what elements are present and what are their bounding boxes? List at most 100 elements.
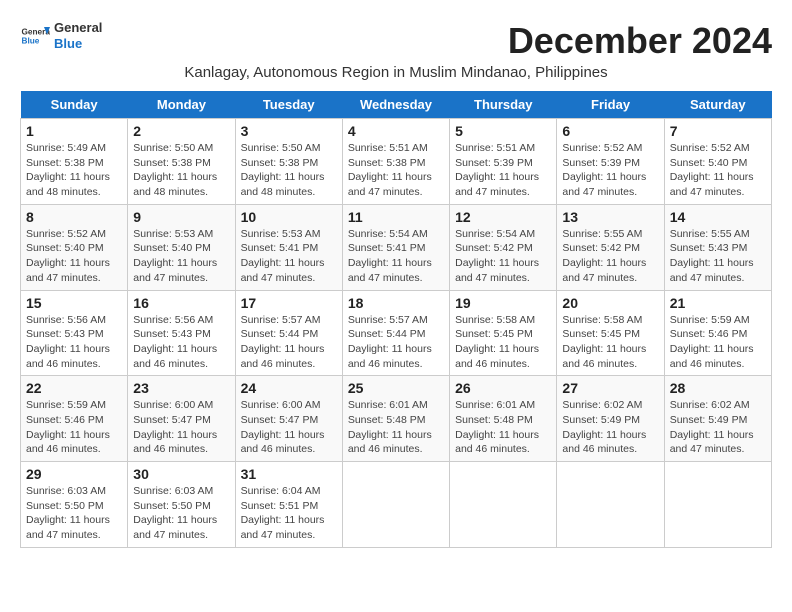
day-info: Sunrise: 5:53 AM Sunset: 5:41 PM Dayligh… (241, 227, 337, 286)
day-info: Sunrise: 5:52 AM Sunset: 5:40 PM Dayligh… (670, 141, 766, 200)
calendar-cell: 17 Sunrise: 5:57 AM Sunset: 5:44 PM Dayl… (235, 290, 342, 376)
day-info: Sunrise: 5:51 AM Sunset: 5:39 PM Dayligh… (455, 141, 551, 200)
day-info: Sunrise: 6:03 AM Sunset: 5:50 PM Dayligh… (133, 484, 229, 543)
day-info: Sunrise: 5:56 AM Sunset: 5:43 PM Dayligh… (26, 313, 122, 372)
calendar-cell: 23 Sunrise: 6:00 AM Sunset: 5:47 PM Dayl… (128, 376, 235, 462)
calendar-cell: 19 Sunrise: 5:58 AM Sunset: 5:45 PM Dayl… (450, 290, 557, 376)
calendar-cell (557, 462, 664, 548)
day-info: Sunrise: 6:01 AM Sunset: 5:48 PM Dayligh… (348, 398, 444, 457)
calendar-cell: 12 Sunrise: 5:54 AM Sunset: 5:42 PM Dayl… (450, 204, 557, 290)
day-number: 29 (26, 466, 122, 482)
svg-text:Blue: Blue (22, 36, 40, 45)
calendar-cell: 26 Sunrise: 6:01 AM Sunset: 5:48 PM Dayl… (450, 376, 557, 462)
month-year-title: December 2024 (508, 20, 772, 62)
calendar-cell: 31 Sunrise: 6:04 AM Sunset: 5:51 PM Dayl… (235, 462, 342, 548)
day-number: 20 (562, 295, 658, 311)
calendar-cell: 11 Sunrise: 5:54 AM Sunset: 5:41 PM Dayl… (342, 204, 449, 290)
day-info: Sunrise: 6:03 AM Sunset: 5:50 PM Dayligh… (26, 484, 122, 543)
calendar-cell: 1 Sunrise: 5:49 AM Sunset: 5:38 PM Dayli… (21, 119, 128, 205)
day-number: 26 (455, 380, 551, 396)
calendar-cell (450, 462, 557, 548)
day-info: Sunrise: 5:59 AM Sunset: 5:46 PM Dayligh… (670, 313, 766, 372)
calendar-cell: 16 Sunrise: 5:56 AM Sunset: 5:43 PM Dayl… (128, 290, 235, 376)
calendar-cell: 8 Sunrise: 5:52 AM Sunset: 5:40 PM Dayli… (21, 204, 128, 290)
day-info: Sunrise: 6:00 AM Sunset: 5:47 PM Dayligh… (133, 398, 229, 457)
day-number: 22 (26, 380, 122, 396)
logo-general: General (54, 20, 102, 36)
day-number: 21 (670, 295, 766, 311)
calendar-cell: 13 Sunrise: 5:55 AM Sunset: 5:42 PM Dayl… (557, 204, 664, 290)
day-info: Sunrise: 5:54 AM Sunset: 5:42 PM Dayligh… (455, 227, 551, 286)
day-info: Sunrise: 5:52 AM Sunset: 5:40 PM Dayligh… (26, 227, 122, 286)
day-info: Sunrise: 5:51 AM Sunset: 5:38 PM Dayligh… (348, 141, 444, 200)
day-number: 25 (348, 380, 444, 396)
weekday-header-sunday: Sunday (21, 91, 128, 119)
calendar-cell: 6 Sunrise: 5:52 AM Sunset: 5:39 PM Dayli… (557, 119, 664, 205)
day-number: 11 (348, 209, 444, 225)
day-number: 10 (241, 209, 337, 225)
day-number: 4 (348, 123, 444, 139)
weekday-header-tuesday: Tuesday (235, 91, 342, 119)
day-info: Sunrise: 5:49 AM Sunset: 5:38 PM Dayligh… (26, 141, 122, 200)
location-subtitle: Kanlagay, Autonomous Region in Muslim Mi… (20, 64, 772, 81)
day-info: Sunrise: 6:01 AM Sunset: 5:48 PM Dayligh… (455, 398, 551, 457)
day-info: Sunrise: 5:59 AM Sunset: 5:46 PM Dayligh… (26, 398, 122, 457)
day-number: 1 (26, 123, 122, 139)
day-number: 16 (133, 295, 229, 311)
calendar-cell (342, 462, 449, 548)
day-number: 27 (562, 380, 658, 396)
day-number: 18 (348, 295, 444, 311)
day-info: Sunrise: 6:02 AM Sunset: 5:49 PM Dayligh… (562, 398, 658, 457)
day-number: 14 (670, 209, 766, 225)
calendar-cell: 27 Sunrise: 6:02 AM Sunset: 5:49 PM Dayl… (557, 376, 664, 462)
day-number: 23 (133, 380, 229, 396)
day-info: Sunrise: 5:58 AM Sunset: 5:45 PM Dayligh… (455, 313, 551, 372)
logo-icon: General Blue (20, 21, 50, 51)
day-number: 24 (241, 380, 337, 396)
weekday-header-monday: Monday (128, 91, 235, 119)
day-info: Sunrise: 5:50 AM Sunset: 5:38 PM Dayligh… (241, 141, 337, 200)
day-info: Sunrise: 5:55 AM Sunset: 5:42 PM Dayligh… (562, 227, 658, 286)
logo-blue: Blue (54, 36, 102, 52)
calendar-cell: 21 Sunrise: 5:59 AM Sunset: 5:46 PM Dayl… (664, 290, 771, 376)
day-info: Sunrise: 5:50 AM Sunset: 5:38 PM Dayligh… (133, 141, 229, 200)
weekday-header-wednesday: Wednesday (342, 91, 449, 119)
day-info: Sunrise: 6:02 AM Sunset: 5:49 PM Dayligh… (670, 398, 766, 457)
day-number: 6 (562, 123, 658, 139)
calendar-cell: 2 Sunrise: 5:50 AM Sunset: 5:38 PM Dayli… (128, 119, 235, 205)
calendar-cell: 3 Sunrise: 5:50 AM Sunset: 5:38 PM Dayli… (235, 119, 342, 205)
calendar-cell: 22 Sunrise: 5:59 AM Sunset: 5:46 PM Dayl… (21, 376, 128, 462)
day-number: 30 (133, 466, 229, 482)
calendar-cell: 14 Sunrise: 5:55 AM Sunset: 5:43 PM Dayl… (664, 204, 771, 290)
day-number: 3 (241, 123, 337, 139)
weekday-header-thursday: Thursday (450, 91, 557, 119)
day-number: 7 (670, 123, 766, 139)
day-info: Sunrise: 5:57 AM Sunset: 5:44 PM Dayligh… (348, 313, 444, 372)
day-number: 15 (26, 295, 122, 311)
day-number: 28 (670, 380, 766, 396)
calendar-cell: 25 Sunrise: 6:01 AM Sunset: 5:48 PM Dayl… (342, 376, 449, 462)
weekday-header-saturday: Saturday (664, 91, 771, 119)
calendar-cell: 20 Sunrise: 5:58 AM Sunset: 5:45 PM Dayl… (557, 290, 664, 376)
calendar-cell: 7 Sunrise: 5:52 AM Sunset: 5:40 PM Dayli… (664, 119, 771, 205)
day-number: 9 (133, 209, 229, 225)
calendar-cell: 15 Sunrise: 5:56 AM Sunset: 5:43 PM Dayl… (21, 290, 128, 376)
calendar-cell: 9 Sunrise: 5:53 AM Sunset: 5:40 PM Dayli… (128, 204, 235, 290)
day-info: Sunrise: 6:04 AM Sunset: 5:51 PM Dayligh… (241, 484, 337, 543)
calendar-cell (664, 462, 771, 548)
day-info: Sunrise: 5:58 AM Sunset: 5:45 PM Dayligh… (562, 313, 658, 372)
day-info: Sunrise: 5:55 AM Sunset: 5:43 PM Dayligh… (670, 227, 766, 286)
day-info: Sunrise: 5:56 AM Sunset: 5:43 PM Dayligh… (133, 313, 229, 372)
day-number: 13 (562, 209, 658, 225)
day-number: 19 (455, 295, 551, 311)
day-info: Sunrise: 5:57 AM Sunset: 5:44 PM Dayligh… (241, 313, 337, 372)
weekday-header-friday: Friday (557, 91, 664, 119)
calendar-cell: 18 Sunrise: 5:57 AM Sunset: 5:44 PM Dayl… (342, 290, 449, 376)
day-info: Sunrise: 6:00 AM Sunset: 5:47 PM Dayligh… (241, 398, 337, 457)
day-info: Sunrise: 5:53 AM Sunset: 5:40 PM Dayligh… (133, 227, 229, 286)
logo: General Blue General Blue (20, 20, 102, 51)
calendar-table: SundayMondayTuesdayWednesdayThursdayFrid… (20, 91, 772, 548)
day-number: 5 (455, 123, 551, 139)
day-number: 8 (26, 209, 122, 225)
day-number: 12 (455, 209, 551, 225)
